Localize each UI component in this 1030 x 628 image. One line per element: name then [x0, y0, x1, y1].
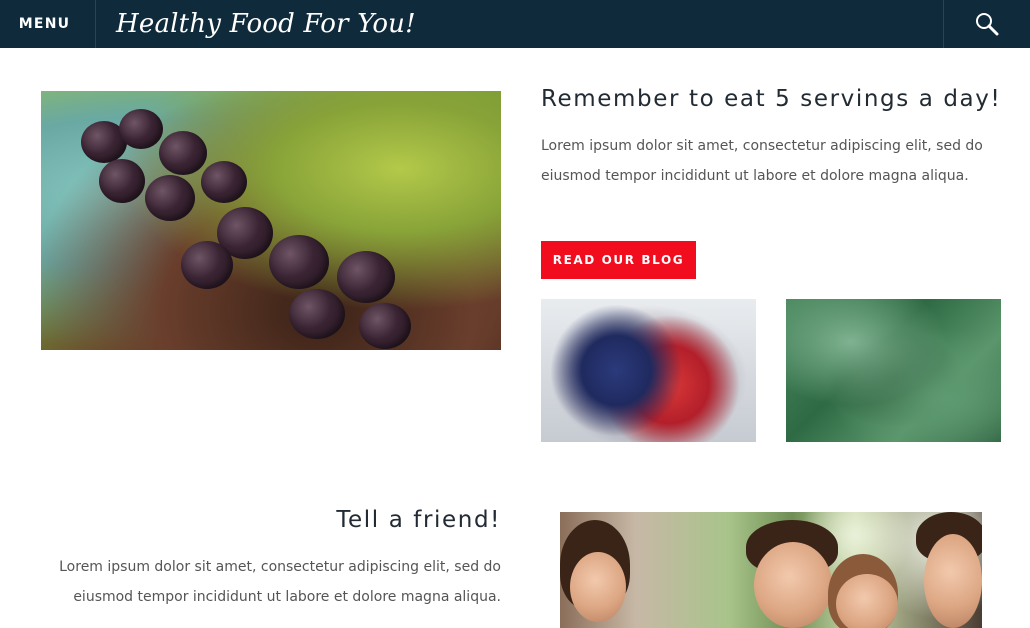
read-blog-button[interactable]: READ OUR BLOG	[541, 241, 696, 279]
section-body-text: Lorem ipsum dolor sit amet, consectetur …	[541, 138, 983, 184]
kale-photo	[786, 299, 1001, 442]
menu-button[interactable]: MENU	[0, 0, 96, 48]
top-navigation-bar: MENU Healthy Food For You!	[0, 0, 1030, 48]
site-title[interactable]: Healthy Food For You!	[116, 0, 416, 48]
section-body-text-tell-friend: Lorem ipsum dolor sit amet, consectetur …	[59, 559, 501, 605]
search-icon	[976, 13, 999, 36]
friends-photo	[560, 512, 982, 628]
berries-mix-photo	[541, 299, 756, 442]
section-heading-tell-friend: Tell a friend!	[336, 507, 501, 533]
menu-label: MENU	[18, 16, 71, 32]
blackberries-photo	[41, 91, 501, 350]
search-button[interactable]	[943, 0, 1030, 48]
section-heading: Remember to eat 5 servings a day!	[541, 86, 1002, 112]
